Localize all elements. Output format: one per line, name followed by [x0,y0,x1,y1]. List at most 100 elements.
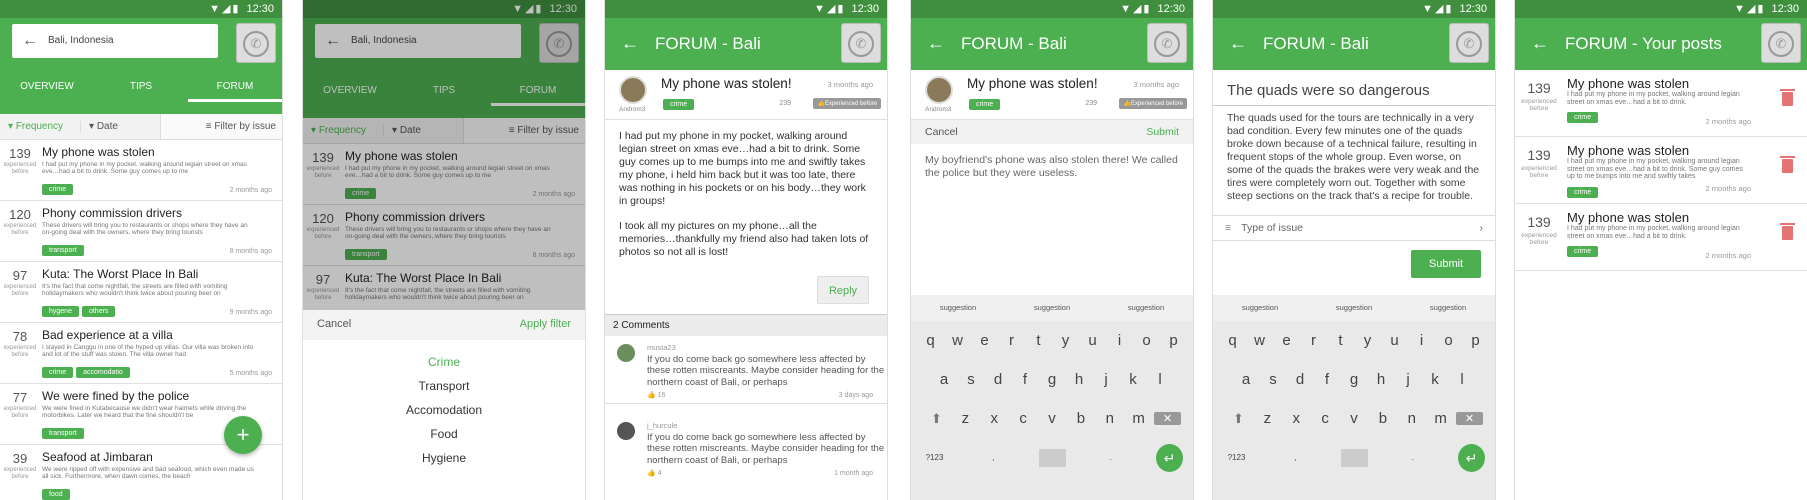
backspace-icon[interactable]: ✕ [1154,412,1181,425]
key-v[interactable]: v [1039,410,1066,427]
call-button[interactable]: ✆ [1449,23,1489,63]
suggestion[interactable]: suggestion [1307,295,1401,321]
trash-icon[interactable] [1780,89,1795,106]
comma-key[interactable]: , [980,453,1007,462]
tag-hygene[interactable]: hygene [42,306,79,317]
key-f[interactable]: f [1314,371,1341,388]
period-key[interactable]: . [1399,453,1426,462]
sort-date[interactable]: ▾ Date [80,121,160,132]
experienced-before-button[interactable]: 👍Experienced before [813,98,881,109]
post-body-input[interactable]: The quads used for the tours are technic… [1213,106,1495,209]
tag-crime[interactable]: crime [1567,186,1599,198]
tag-crime[interactable]: crime [1567,246,1599,257]
key-p[interactable]: p [1160,332,1187,349]
list-item[interactable]: 139 experienced before My phone was stol… [1515,137,1807,204]
key-b[interactable]: b [1067,410,1094,427]
list-item[interactable]: 120 experienced before Phony commission … [0,201,282,262]
key-k[interactable]: k [1422,371,1449,388]
tag-others[interactable]: others [81,306,116,317]
key-l[interactable]: l [1449,371,1476,388]
back-arrow-icon[interactable]: ← [1229,33,1247,54]
key-i[interactable]: i [1106,332,1133,349]
tag-transport[interactable]: transport [42,245,84,256]
shift-icon[interactable]: ⬆ [923,411,950,427]
back-arrow-icon[interactable]: ← [22,24,38,58]
key-r[interactable]: r [998,332,1025,349]
symbols-key[interactable]: ?123 [1223,453,1250,462]
list-item[interactable]: 97 experienced before Kuta: The Worst Pl… [0,262,282,323]
key-e[interactable]: e [971,332,998,349]
back-arrow-icon[interactable]: ← [1531,33,1549,54]
key-m[interactable]: m [1427,410,1454,427]
add-post-button[interactable]: + [224,416,262,454]
option-hygiene[interactable]: Hygiene [303,446,585,470]
key-u[interactable]: u [1381,332,1408,349]
period-key[interactable]: . [1097,453,1124,462]
like-button[interactable]: 👍 16 [647,390,665,402]
post-title-input[interactable]: The quads were so dangerous [1213,70,1495,106]
key-o[interactable]: o [1133,332,1160,349]
key-t[interactable]: t [1025,332,1052,349]
experienced-before-button[interactable]: 👍Experienced before [1119,98,1187,109]
key-t[interactable]: t [1327,332,1354,349]
key-r[interactable]: r [1300,332,1327,349]
backspace-icon[interactable]: ✕ [1456,412,1483,425]
list-item[interactable]: 139 experienced before My phone was stol… [1515,70,1807,137]
key-y[interactable]: y [1354,332,1381,349]
reply-input[interactable]: My boyfriend's phone was also stolen the… [911,144,1193,190]
key-j[interactable]: j [1395,371,1422,388]
suggestion[interactable]: suggestion [911,295,1005,321]
dim-overlay[interactable] [303,0,585,310]
key-e[interactable]: e [1273,332,1300,349]
cancel-button[interactable]: Cancel [317,318,351,332]
submit-button[interactable]: Submit [1146,126,1179,138]
suggestion[interactable]: suggestion [1213,295,1307,321]
call-button[interactable]: ✆ [236,23,276,63]
key-q[interactable]: q [1219,332,1246,349]
key-z[interactable]: z [1254,410,1281,427]
key-x[interactable]: x [1283,410,1310,427]
key-h[interactable]: h [1066,371,1093,388]
enter-icon[interactable]: ↵ [1458,443,1485,472]
submit-button[interactable]: Submit [1411,250,1481,278]
call-button[interactable]: ✆ [841,23,881,63]
sort-frequency[interactable]: ▾ Frequency [0,121,80,132]
tag-transport[interactable]: transport [42,428,84,439]
key-i[interactable]: i [1408,332,1435,349]
key-f[interactable]: f [1012,371,1039,388]
suggestion[interactable]: suggestion [1099,295,1193,321]
space-key[interactable] [1340,448,1368,467]
key-n[interactable]: n [1398,410,1425,427]
comma-key[interactable]: , [1282,453,1309,462]
key-v[interactable]: v [1341,410,1368,427]
key-x[interactable]: x [981,410,1008,427]
key-z[interactable]: z [952,410,979,427]
tab-overview[interactable]: OVERVIEW [0,72,94,102]
option-transport[interactable]: Transport [303,374,585,398]
like-button[interactable]: 👍 4 [647,468,662,480]
key-m[interactable]: m [1125,410,1152,427]
tab-forum[interactable]: FORUM [188,72,282,102]
trash-icon[interactable] [1780,223,1795,240]
call-button[interactable]: ✆ [1761,23,1801,63]
trash-icon[interactable] [1780,156,1795,173]
cancel-button[interactable]: Cancel [925,126,958,138]
key-n[interactable]: n [1096,410,1123,427]
back-arrow-icon[interactable]: ← [621,33,639,54]
key-k[interactable]: k [1120,371,1147,388]
key-w[interactable]: w [1246,332,1273,349]
key-g[interactable]: g [1341,371,1368,388]
suggestion[interactable]: suggestion [1005,295,1099,321]
apply-filter-button[interactable]: Apply filter [520,318,571,332]
key-l[interactable]: l [1147,371,1174,388]
option-accomodation[interactable]: Accomodation [303,398,585,422]
enter-icon[interactable]: ↵ [1156,443,1183,472]
option-crime[interactable]: Crime [303,350,585,374]
key-q[interactable]: q [917,332,944,349]
suggestion[interactable]: suggestion [1401,295,1495,321]
tag-crime[interactable]: crime [663,99,695,110]
reply-button[interactable]: Reply [817,276,869,304]
key-s[interactable]: s [1260,371,1287,388]
key-o[interactable]: o [1435,332,1462,349]
tag-crime[interactable]: crime [42,184,74,195]
